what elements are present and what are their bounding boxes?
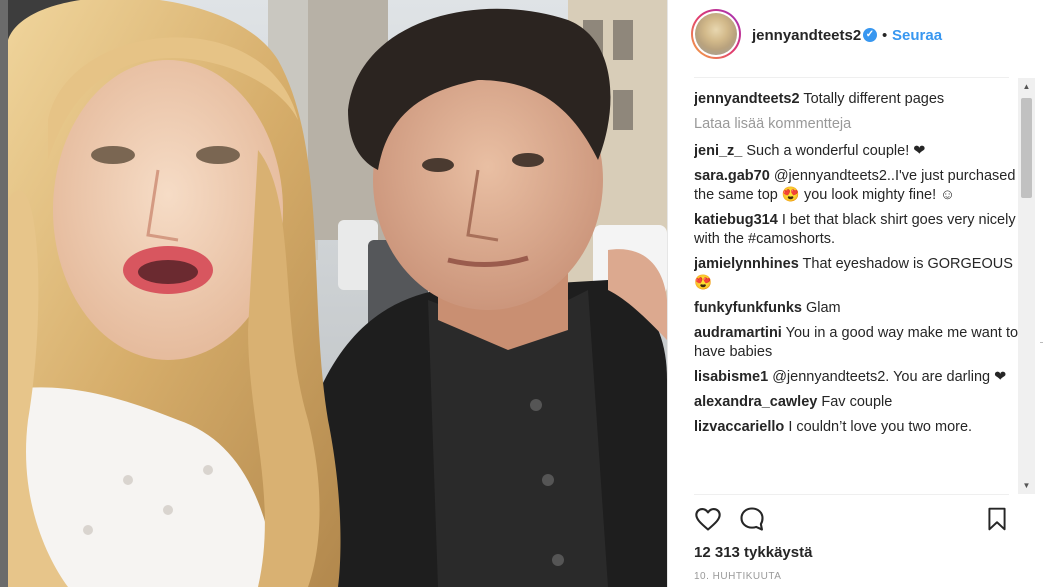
scroll-down-arrow-icon[interactable]: ▼ <box>1018 477 1035 494</box>
comment-text: @jennyandteets2. You are darling ❤ <box>772 369 1007 385</box>
comment-text: Glam <box>805 300 841 316</box>
header-username[interactable]: jennyandteets2 <box>752 27 861 44</box>
comment-item: funkyfunkfunks Glam <box>694 299 1020 318</box>
comment-username[interactable]: funkyfunkfunks <box>694 300 802 316</box>
comment-item: sara.gab70 @jennyandteets2..I've just pu… <box>694 167 1020 205</box>
comment-username[interactable]: lizvaccariello <box>694 419 784 435</box>
post-date: 10. HUHTIKUUTA <box>694 571 782 582</box>
comment-item: lisabisme1 @jennyandteets2. You are darl… <box>694 368 1020 387</box>
comment-bubble-icon <box>740 507 764 531</box>
comment-text: Totally different pages <box>803 91 945 107</box>
comment-username[interactable]: sara.gab70 <box>694 168 770 184</box>
follow-button[interactable]: Seuraa <box>892 27 942 44</box>
heart-outline-icon <box>695 508 721 531</box>
comment-item: alexandra_cawley Fav couple <box>694 393 1020 412</box>
avatar-image <box>695 13 737 55</box>
scrollbar-thumb[interactable] <box>1021 98 1032 198</box>
window-edge <box>0 0 8 587</box>
post-header: jennyandteets2 ✓ • Seuraa <box>668 0 1043 76</box>
comment-item: lizvaccariello I couldn’t love you two m… <box>694 418 1020 437</box>
post-photo[interactable] <box>8 0 667 587</box>
save-button[interactable] <box>984 505 1010 533</box>
load-more-comments-link[interactable]: Lataa lisää kommentteja <box>694 115 1020 134</box>
avatar[interactable] <box>691 9 741 59</box>
comment-item: katiebug314 I bet that black shirt goes … <box>694 211 1020 249</box>
comment-text: Fav couple <box>821 394 893 410</box>
post-side-panel: jennyandteets2 ✓ • Seuraa jennyandteets2… <box>667 0 1043 587</box>
comment-username[interactable]: alexandra_cawley <box>694 394 817 410</box>
comments-scrollbar[interactable]: ▲ ▼ <box>1018 78 1035 494</box>
comment-username[interactable]: jeni_z_ <box>694 143 742 159</box>
divider <box>694 494 1009 495</box>
comment-username[interactable]: jennyandteets2 <box>694 91 800 107</box>
caption: jennyandteets2 Totally different pages <box>694 90 1020 109</box>
verified-badge-icon: ✓ <box>863 28 877 42</box>
comment-username[interactable]: audramartini <box>694 325 782 341</box>
likes-count[interactable]: 12 313 tykkäystä <box>694 544 812 561</box>
comment-item: jamielynnhines That eyeshadow is GORGEOU… <box>694 255 1020 293</box>
like-button[interactable] <box>694 505 722 533</box>
comment-text: I couldn’t love you two more. <box>788 419 973 435</box>
comment-text: Such a wonderful couple! ❤ <box>746 143 926 159</box>
divider <box>694 77 1009 78</box>
header-separator: • <box>882 27 888 44</box>
avatar-ring <box>693 11 739 57</box>
comment-item: audramartini You in a good way make me w… <box>694 324 1020 362</box>
comment-username[interactable]: lisabisme1 <box>694 369 768 385</box>
comment-button[interactable] <box>738 505 766 533</box>
comment-item: jeni_z_ Such a wonderful couple! ❤ <box>694 142 1020 161</box>
comments-list: jennyandteets2 Totally different pages L… <box>694 90 1020 490</box>
scroll-up-arrow-icon[interactable]: ▲ <box>1018 78 1035 95</box>
bookmark-icon <box>988 507 1006 531</box>
comment-username[interactable]: katiebug314 <box>694 212 778 228</box>
comment-username[interactable]: jamielynnhines <box>694 256 799 272</box>
